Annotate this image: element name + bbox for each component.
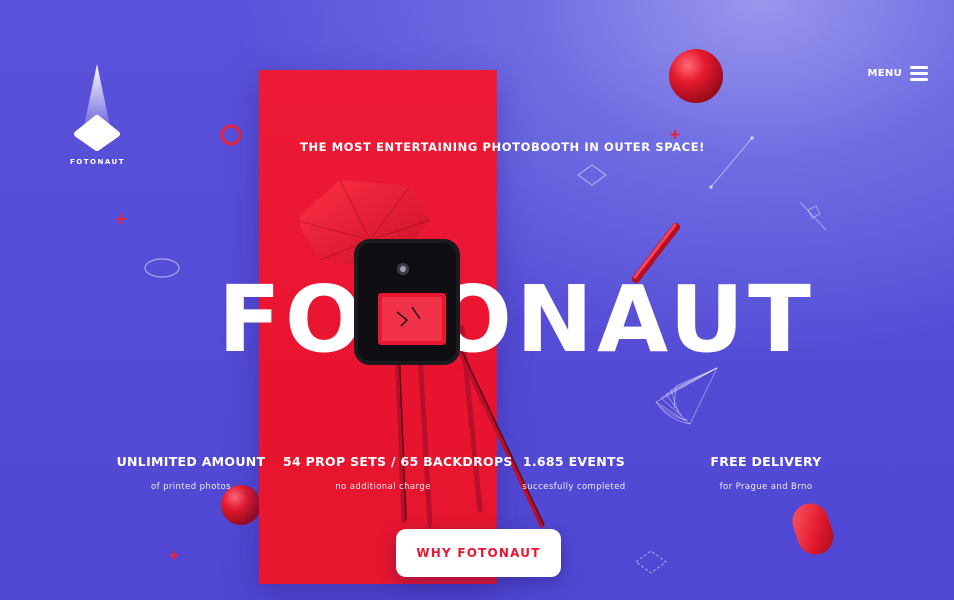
hero-tagline: THE MOST ENTERTAINING PHOTOBOOTH IN OUTE… — [300, 140, 706, 154]
menu-hamburger-icon — [910, 63, 928, 84]
red-sphere — [669, 49, 723, 103]
ring-shape — [220, 124, 242, 146]
menu-button[interactable]: MENU — [868, 63, 928, 84]
stat-item: UNLIMITED AMOUNT of printed photos — [91, 454, 291, 492]
sparkle-shape — [169, 551, 179, 560]
stat-item: 1.685 EVENTS succesfully completed — [474, 454, 674, 492]
photobooth-head — [354, 239, 460, 365]
red-capsule — [792, 503, 834, 555]
stat-title: UNLIMITED AMOUNT — [116, 454, 266, 469]
menu-label: MENU — [867, 68, 902, 79]
stat-title: FREE DELIVERY — [710, 454, 822, 469]
sparkle-shape — [116, 214, 126, 224]
stat-item: 54 PROP SETS / 65 BACKDROPS no additiona… — [283, 454, 513, 492]
fotonaut-logo[interactable]: FOTONAUT — [70, 62, 124, 172]
ellipse-outline — [144, 258, 180, 278]
stat-title: 54 PROP SETS / 65 BACKDROPS — [283, 454, 513, 469]
fotonaut-logo-icon — [74, 64, 120, 151]
stat-subtitle: of printed photos — [151, 482, 231, 492]
cta-label: WHY FOTONAUT — [416, 546, 541, 560]
why-fotonaut-button[interactable]: WHY FOTONAUT — [396, 529, 561, 577]
stat-subtitle: no additional charge — [335, 482, 431, 492]
wire-cone-shape — [655, 367, 718, 425]
stat-subtitle: succesfully completed — [522, 482, 626, 492]
stat-item: FREE DELIVERY for Prague and Brno — [666, 454, 866, 492]
stat-title: 1.685 EVENTS — [522, 454, 626, 469]
sparkle-shape — [670, 130, 680, 139]
hero-title: FOTONAUT — [218, 266, 815, 373]
stat-subtitle: for Prague and Brno — [719, 482, 813, 492]
logo-text: FOTONAUT — [70, 158, 125, 166]
